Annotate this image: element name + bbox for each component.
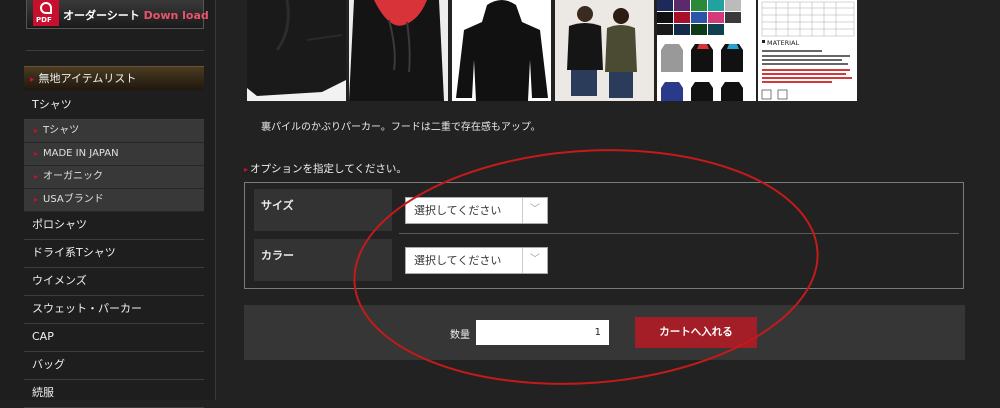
chevron-down-icon: ﹀ xyxy=(522,248,547,273)
triangle-right-icon: ▸ xyxy=(30,75,35,85)
triangle-right-icon: ▸ xyxy=(244,165,249,174)
option-row-divider xyxy=(399,233,959,234)
sidebar-subitem-usa-brand[interactable]: ▸ USAブランド xyxy=(24,189,204,212)
sidebar-item-womens[interactable]: ウイメンズ xyxy=(24,268,204,296)
options-heading: ▸ オプションを指定してください。 xyxy=(244,163,407,175)
sidebar-item-cap[interactable]: CAP xyxy=(24,324,204,352)
order-sheet-label: オーダーシート Down load xyxy=(63,9,209,22)
sidebar-item-tshirt[interactable]: Tシャツ xyxy=(24,92,204,120)
product-thumbnail[interactable] xyxy=(349,0,448,101)
category-menu: Tシャツ ▸ Tシャツ ▸ MADE IN JAPAN ▸ オーガニック ▸ USAブラ… xyxy=(24,92,204,408)
sidebar-item-dry-tshirt[interactable]: ドライ系Tシャツ xyxy=(24,240,204,268)
product-description: 裏パイルのかぶりパーカー。フードは二重で存在感もアップ。 xyxy=(261,122,541,133)
category-header: ▸ 無地アイテムリスト xyxy=(24,66,204,90)
product-color-swatch-thumbnail[interactable] xyxy=(657,0,756,101)
size-select[interactable]: 選択してください ﹀ xyxy=(405,197,548,224)
add-to-cart-button[interactable]: カートへ入れる xyxy=(635,317,757,348)
sidebar-item-sweat-parka[interactable]: スウェット・パーカー xyxy=(24,296,204,324)
sidebar-subitem-organic[interactable]: ▸ オーガニック xyxy=(24,166,204,189)
triangle-right-icon: ▸ xyxy=(34,149,39,158)
order-sheet-download-link[interactable]: PDF オーダーシート Down load xyxy=(26,0,209,29)
pdf-icon: PDF xyxy=(33,0,59,26)
triangle-right-icon: ▸ xyxy=(34,126,39,135)
sidebar-divider xyxy=(26,50,204,51)
chevron-down-icon: ﹀ xyxy=(522,198,547,223)
size-chart-heading: MATERIAL xyxy=(767,39,800,47)
product-thumbnail[interactable] xyxy=(555,0,654,101)
sidebar-item-more[interactable]: 続服 xyxy=(24,380,204,408)
options-panel: サイズ 選択してください ﹀ カラー 選択してください ﹀ xyxy=(244,182,964,289)
color-select[interactable]: 選択してください ﹀ xyxy=(405,247,548,274)
color-option-label: カラー xyxy=(254,239,392,281)
size-option-label: サイズ xyxy=(254,189,392,231)
product-thumbnail[interactable] xyxy=(452,0,551,101)
triangle-right-icon: ▸ xyxy=(34,172,39,181)
sidebar: PDF オーダーシート Down load ▸ 無地アイテムリスト Tシャツ ▸ T… xyxy=(0,0,216,408)
sidebar-subitem-tshirt[interactable]: ▸ Tシャツ xyxy=(24,120,204,143)
quantity-label: 数量 xyxy=(450,330,470,341)
triangle-right-icon: ▸ xyxy=(34,195,39,204)
add-to-cart-panel: 数量 カートへ入れる xyxy=(244,305,965,360)
sidebar-item-bag[interactable]: バッグ xyxy=(24,352,204,380)
quantity-input[interactable] xyxy=(476,320,609,345)
sidebar-item-polo[interactable]: ポロシャツ xyxy=(24,212,204,240)
product-size-chart-thumbnail[interactable]: MATERIAL xyxy=(758,0,857,101)
sidebar-subitem-made-in-japan[interactable]: ▸ MADE IN JAPAN xyxy=(24,143,204,166)
product-thumbnail[interactable] xyxy=(247,0,346,101)
